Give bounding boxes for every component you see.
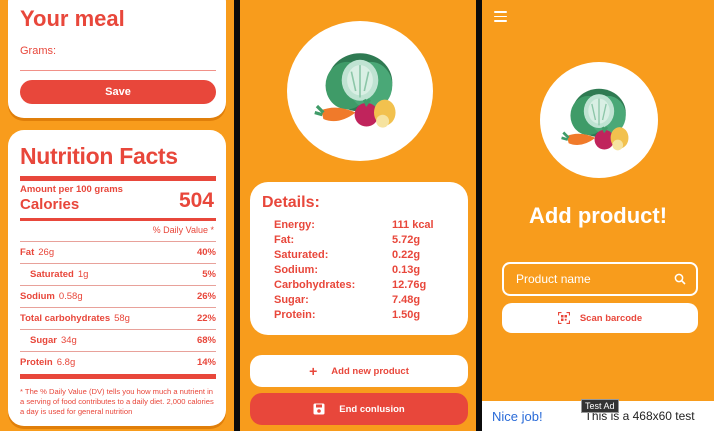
nutrient-percent: 14% [196, 357, 216, 368]
medium-divider [20, 218, 216, 221]
amount-per-label: Amount per 100 grams [20, 184, 123, 195]
detail-row: Sodium: 0.13g [274, 264, 454, 276]
detail-value: 12.76g [392, 279, 427, 291]
detail-row: Saturated: 0.22g [274, 249, 454, 261]
end-conclusion-label: End conlusion [339, 403, 405, 415]
nutrient-row: Fat 26g 40% [20, 241, 216, 263]
nutrition-facts-card: Nutrition Facts Amount per 100 grams Cal… [8, 130, 226, 426]
details-screen: Details: Energy: 111 kcal Fat: 5.72g Sat… [240, 0, 476, 431]
end-conclusion-button[interactable]: End conlusion [250, 393, 468, 425]
plus-icon: + [309, 363, 318, 379]
detail-row: Sugar: 7.48g [274, 294, 454, 306]
nutrient-name: Fat [20, 247, 35, 258]
detail-value: 5.72g [392, 234, 421, 246]
add-product-title: Add product! [528, 203, 668, 228]
footnote: * The % Daily Value (DV) tells you how m… [20, 387, 214, 416]
detail-label: Saturated: [274, 249, 329, 261]
nutrient-row: Sodium 0.58g 26% [20, 285, 216, 307]
page-title: Your meal [20, 6, 125, 31]
meal-card: Your meal Grams: Save [8, 0, 226, 118]
nutrient-amount: 34g [60, 335, 77, 346]
detail-row: Carbohydrates: 12.76g [274, 279, 454, 291]
grams-field-label: Grams: [20, 45, 57, 57]
detail-label: Protein: [274, 309, 316, 321]
save-button[interactable]: Save [20, 80, 216, 104]
thick-divider [20, 176, 216, 181]
nutrient-amount: 26g [38, 247, 55, 258]
product-name-search-input[interactable]: Product name [502, 262, 698, 296]
ad-nice-job-text: Nice job! [492, 408, 543, 424]
nutrient-percent: 5% [202, 269, 216, 280]
nutrient-row: Protein 6.8g 14% [20, 351, 216, 373]
details-title: Details: [262, 194, 320, 211]
meal-screen: Your meal Grams: Save Nutrition Facts Am… [0, 0, 234, 431]
nutrient-name: Total carbohydrates [20, 313, 111, 324]
nutrient-percent: 22% [196, 313, 216, 324]
scan-barcode-button[interactable]: Scan barcode [502, 303, 698, 333]
nutrient-amount: 1g [77, 269, 89, 280]
vegetables-illustration [287, 21, 433, 161]
detail-row: Fat: 5.72g [274, 234, 454, 246]
search-icon[interactable] [674, 273, 686, 285]
nutrient-name: Sugar [30, 335, 57, 346]
nutrient-row: Total carbohydrates 58g 22% [20, 307, 216, 329]
test-ad-badge: Test Ad [581, 399, 619, 413]
nutrient-name: Protein [20, 357, 53, 368]
calories-value: 504 [178, 189, 214, 212]
nutrient-row: Sugar 34g 68% [20, 329, 216, 351]
nutrient-amount: 58g [114, 313, 130, 324]
daily-value-header: % Daily Value * [152, 225, 214, 235]
detail-value: 111 kcal [392, 219, 434, 231]
vegetables-icon [313, 51, 398, 130]
add-new-product-label: Add new product [331, 365, 409, 377]
detail-label: Carbohydrates: [274, 279, 356, 291]
details-card: Details: Energy: 111 kcal Fat: 5.72g Sat… [250, 182, 468, 335]
nutrient-name: Saturated [30, 269, 74, 280]
detail-value: 7.48g [392, 294, 421, 306]
add-new-product-button[interactable]: + Add new product [250, 355, 468, 387]
nutrition-facts-title: Nutrition Facts [20, 143, 178, 169]
nutrient-percent: 68% [196, 335, 216, 346]
qr-scan-icon [557, 312, 570, 324]
vegetables-illustration [540, 62, 658, 178]
nutrient-amount: 6.8g [56, 357, 76, 368]
detail-label: Sodium: [274, 264, 318, 276]
nutrient-amount: 0.58g [58, 291, 83, 302]
nutrient-name: Sodium [20, 291, 55, 302]
detail-row: Energy: 111 kcal [274, 219, 454, 231]
save-icon [313, 403, 325, 415]
detail-label: Fat: [274, 234, 295, 246]
vegetables-icon [560, 87, 630, 152]
nutrient-percent: 40% [196, 247, 216, 258]
detail-value: 0.22g [392, 249, 421, 261]
hamburger-menu-icon[interactable] [494, 11, 507, 22]
detail-label: Energy: [274, 219, 315, 231]
grams-field[interactable] [20, 70, 216, 71]
add-product-screen: Add product! Product name Scan barcode N… [482, 0, 714, 431]
nutrient-row: Saturated 1g 5% [20, 263, 216, 285]
detail-row: Protein: 1.50g [274, 309, 454, 321]
search-placeholder: Product name [516, 272, 591, 286]
nutrient-percent: 26% [196, 291, 216, 302]
calories-label: Calories [20, 196, 80, 213]
detail-value: 1.50g [392, 309, 421, 321]
scan-barcode-label: Scan barcode [579, 312, 643, 324]
detail-value: 0.13g [392, 264, 421, 276]
detail-label: Sugar: [274, 294, 309, 306]
thick-divider [20, 374, 216, 379]
